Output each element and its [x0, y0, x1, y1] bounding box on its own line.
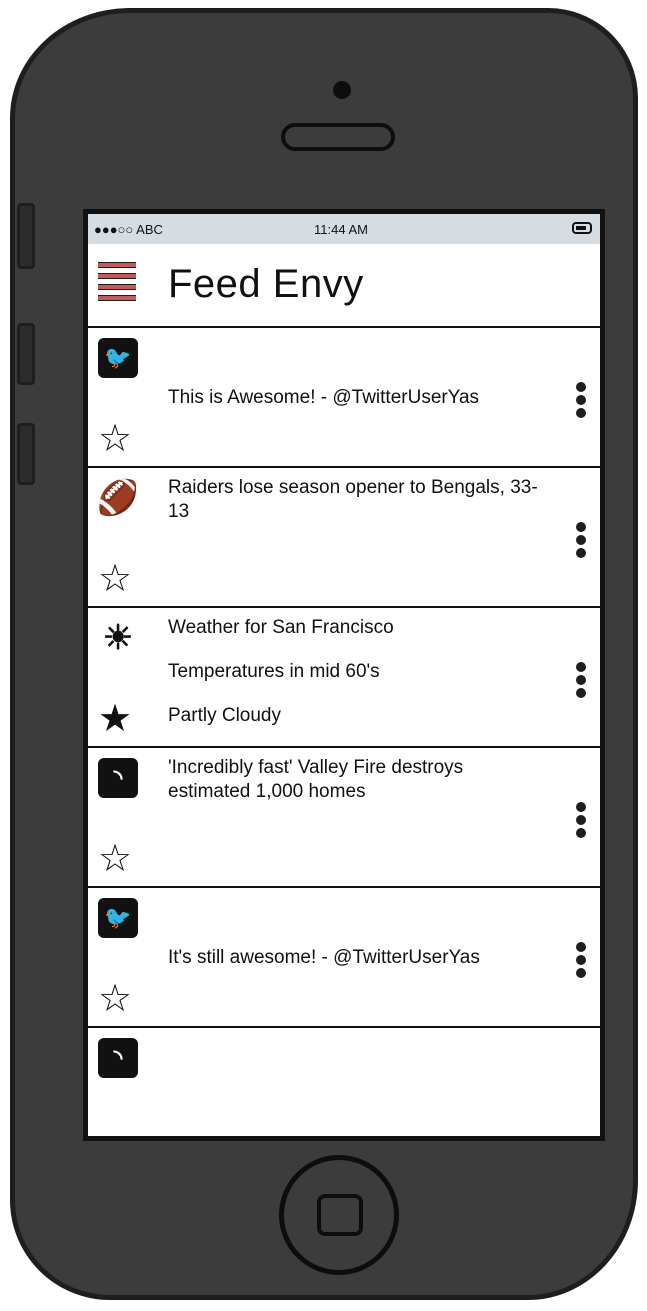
football-icon: 🏈 [96, 479, 140, 517]
star-icon[interactable]: ☆ [98, 840, 132, 878]
rss-icon: ◝ [98, 758, 138, 798]
feed-item-text: Raiders lose season opener to Bengals, 3… [168, 476, 550, 544]
battery-icon [572, 222, 592, 234]
mute-switch [17, 203, 35, 269]
app-header: Feed Envy [88, 244, 600, 328]
star-icon[interactable]: ☆ [98, 980, 132, 1018]
feed-item[interactable]: ☀ Weather for San Francisco Temperatures i… [88, 608, 600, 748]
feed-item-line: 'Incredibly fast' Valley Fire destroys e… [168, 757, 464, 802]
twitter-icon: 🐦 [98, 338, 138, 378]
feed-item[interactable]: 🐦 This is Awesome! - @TwitterUserYas ☆ [88, 328, 600, 468]
feed-item-line: Temperatures in mid 60's [168, 661, 380, 682]
feed-item-line: Weather for San Francisco [168, 617, 394, 638]
hamburger-menu-icon[interactable] [98, 262, 136, 301]
camera [333, 81, 351, 99]
star-filled-icon[interactable]: ★ [98, 700, 132, 738]
more-options-icon[interactable] [576, 522, 586, 561]
feed-item-line: Partly Cloudy [168, 705, 281, 726]
feed-item[interactable]: 🏈 Raiders lose season opener to Bengals, … [88, 468, 600, 608]
speaker-grille [281, 123, 395, 151]
feed-item-line: Raiders lose season opener to Bengals, 3… [168, 477, 538, 522]
volume-up-button [17, 323, 35, 385]
home-button[interactable] [279, 1155, 399, 1275]
more-options-icon[interactable] [576, 662, 586, 701]
rss-icon: ◝ [98, 1038, 138, 1078]
home-button-square [317, 1194, 363, 1236]
sun-icon: ☀ [102, 619, 134, 657]
feed-item[interactable]: 🐦 It's still awesome! - @TwitterUserYas ☆ [88, 888, 600, 1028]
feed-item-line: This is Awesome! - @TwitterUserYas [168, 387, 480, 408]
volume-down-button [17, 423, 35, 485]
star-icon[interactable]: ☆ [98, 420, 132, 458]
screen: ●●●○○ ABC 11:44 AM Feed Envy 🐦 This is Aw… [83, 209, 605, 1141]
feed-item-line: It's still awesome! - @TwitterUserYas [168, 947, 480, 968]
more-options-icon[interactable] [576, 802, 586, 841]
feed-item-text: It's still awesome! - @TwitterUserYas [168, 946, 550, 990]
phone-frame: ●●●○○ ABC 11:44 AM Feed Envy 🐦 This is Aw… [10, 8, 638, 1300]
more-options-icon[interactable] [576, 382, 586, 421]
twitter-icon: 🐦 [98, 898, 138, 938]
carrier-signal: ●●●○○ ABC [94, 222, 163, 237]
more-options-icon[interactable] [576, 942, 586, 981]
feed-item[interactable]: ◝ 'Incredibly fast' Valley Fire destroys … [88, 748, 600, 888]
feed-item-text: This is Awesome! - @TwitterUserYas [168, 386, 550, 430]
status-time: 11:44 AM [314, 222, 368, 237]
star-icon[interactable]: ☆ [98, 560, 132, 598]
feed-item-text: 'Incredibly fast' Valley Fire destroys e… [168, 756, 550, 824]
feed-list: 🐦 This is Awesome! - @TwitterUserYas ☆ 🏈 Rai… [88, 328, 600, 1128]
app-title: Feed Envy [168, 262, 364, 306]
feed-item[interactable]: ◝ [88, 1028, 600, 1128]
status-bar: ●●●○○ ABC 11:44 AM [88, 214, 600, 244]
feed-item-text: Weather for San Francisco Temperatures in… [168, 616, 550, 748]
